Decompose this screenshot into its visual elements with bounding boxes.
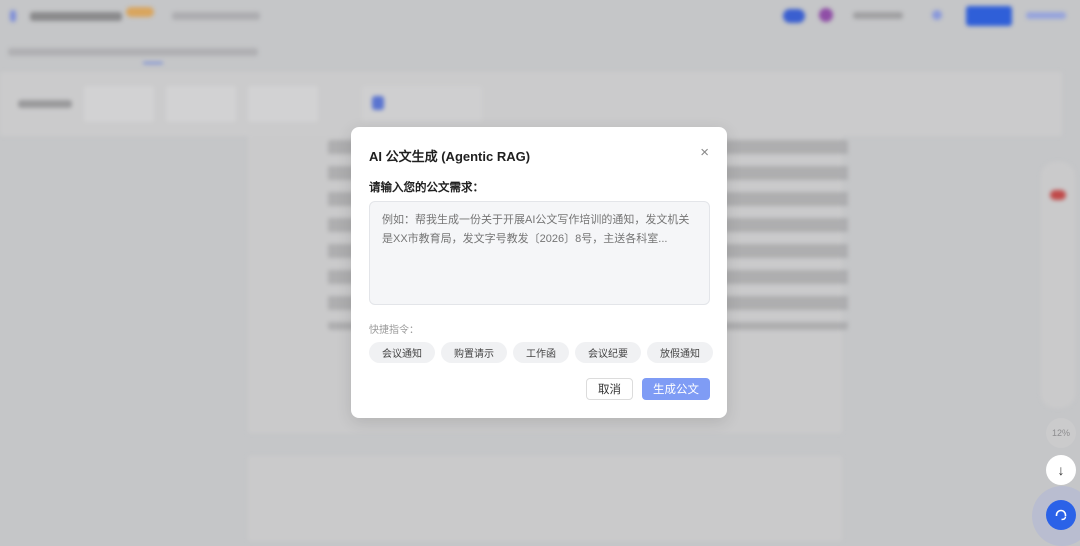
quick-commands: 会议通知 购置请示 工作函 会议纪要 放假通知	[369, 342, 713, 363]
arrow-down-icon: ↓	[1057, 462, 1065, 478]
badge	[126, 7, 154, 17]
help-button[interactable]	[1046, 500, 1076, 530]
progress-indicator: 12%	[1046, 418, 1076, 448]
header-links[interactable]	[853, 12, 903, 19]
quick-command-meeting-notice[interactable]: 会议通知	[369, 342, 435, 363]
scroll-down-button[interactable]: ↓	[1046, 455, 1076, 485]
right-sidebar	[1041, 162, 1075, 408]
progress-label: 12%	[1051, 428, 1070, 438]
document-page-2	[248, 456, 842, 541]
prompt-label: 请输入您的公文需求：	[369, 182, 484, 194]
toggle[interactable]	[783, 9, 805, 23]
user-link[interactable]	[1026, 12, 1066, 19]
doc-name[interactable]	[172, 12, 260, 20]
dialog-title: AI 公文生成 (Agentic RAG)	[369, 149, 531, 164]
menu-tabs[interactable]	[8, 48, 258, 56]
logo-icon	[10, 10, 16, 22]
ai-document-dialog: AI 公文生成 (Agentic RAG) × 请输入您的公文需求： 快捷指令：…	[351, 127, 727, 418]
requirement-input[interactable]	[369, 201, 710, 305]
quick-commands-label: 快捷指令：	[369, 325, 419, 336]
avatar[interactable]	[819, 8, 833, 22]
quick-command-meeting-minutes[interactable]: 会议纪要	[575, 342, 641, 363]
app-title	[30, 12, 122, 21]
quick-command-work-letter[interactable]: 工作函	[513, 342, 569, 363]
quick-command-holiday-notice[interactable]: 放假通知	[647, 342, 713, 363]
generate-button[interactable]: 生成公文	[642, 378, 710, 400]
active-tab-indicator	[143, 62, 163, 64]
cancel-button[interactable]: 取消	[586, 378, 633, 400]
share-button[interactable]	[966, 6, 1012, 26]
headset-icon	[1055, 509, 1067, 521]
close-icon[interactable]: ×	[700, 145, 709, 160]
quick-command-purchase-request[interactable]: 购置请示	[441, 342, 507, 363]
settings-icon[interactable]	[932, 10, 942, 20]
